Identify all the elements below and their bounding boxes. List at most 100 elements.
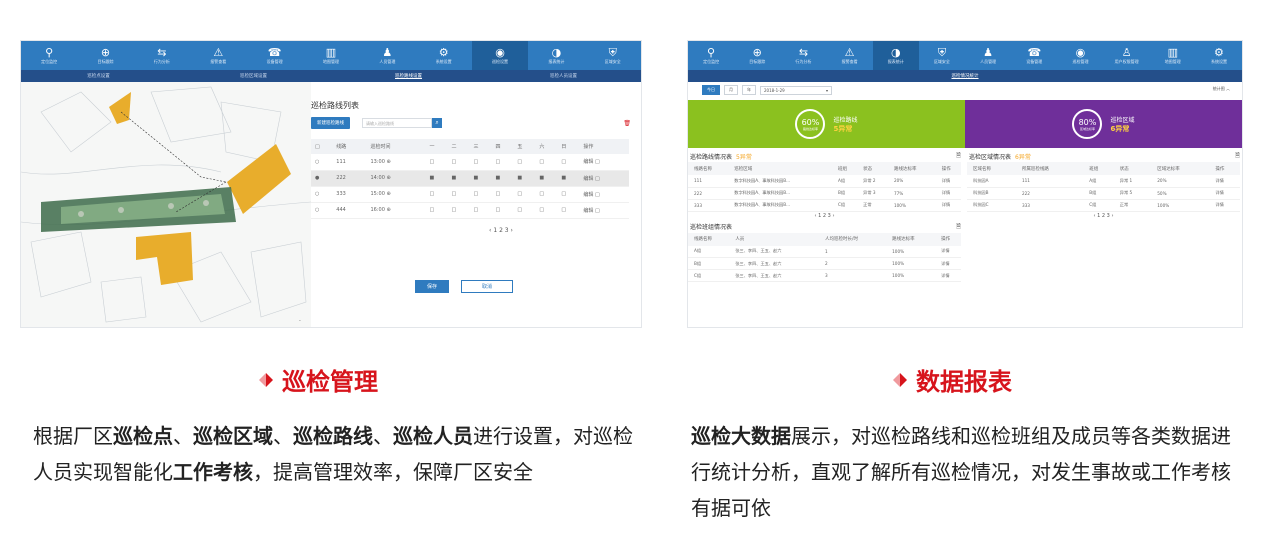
- subnav-tab[interactable]: 巡检情况统计: [688, 73, 1242, 79]
- detail-link[interactable]: 详情: [935, 245, 961, 258]
- new-route-button[interactable]: 新建巡检路线: [311, 117, 350, 129]
- date-year-button[interactable]: 年: [742, 85, 756, 95]
- save-button[interactable]: 保存: [415, 279, 450, 293]
- weekday-checkbox[interactable]: □: [469, 154, 492, 171]
- row-radio[interactable]: ●: [311, 170, 333, 187]
- detail-link[interactable]: 详情: [1209, 199, 1240, 212]
- weekday-checkbox[interactable]: ■: [469, 170, 492, 187]
- subnav-tab[interactable]: 巡检区域设置: [176, 73, 331, 79]
- weekday-checkbox[interactable]: □: [469, 186, 492, 203]
- weekday-checkbox[interactable]: □: [491, 186, 514, 203]
- weekday-checkbox[interactable]: □: [425, 154, 448, 171]
- nav-item[interactable]: ▥ 地图管理: [1150, 41, 1196, 70]
- row-radio[interactable]: ○: [311, 154, 333, 171]
- weekday-checkbox[interactable]: □: [425, 202, 448, 219]
- detail-link[interactable]: 详情: [1209, 187, 1240, 200]
- weekday-checkbox[interactable]: □: [513, 202, 536, 219]
- row-radio[interactable]: ○: [311, 186, 333, 203]
- weekday-checkbox[interactable]: □: [535, 202, 558, 219]
- weekday-checkbox[interactable]: ■: [425, 170, 448, 187]
- weekday-checkbox[interactable]: ■: [557, 170, 580, 187]
- nav-item[interactable]: ◑ 报表统计: [528, 41, 584, 70]
- edit-link[interactable]: 编辑 □: [579, 170, 629, 187]
- weekday-checkbox[interactable]: □: [535, 154, 558, 171]
- edit-link[interactable]: 编辑 □: [579, 154, 629, 171]
- nav-item[interactable]: ♟ 人员管理: [965, 41, 1011, 70]
- nav-item[interactable]: ⚠ 报警查看: [190, 41, 246, 70]
- route-pager[interactable]: ‹ 1 2 3 ›: [371, 227, 631, 234]
- delete-icon[interactable]: 🗑: [623, 120, 631, 127]
- table-row[interactable]: ○ 333 15:00 ⊕ □ □ □ □ □ □ □ 编辑 □: [311, 186, 629, 203]
- edit-link[interactable]: 编辑 □: [579, 186, 629, 203]
- route-report-pager[interactable]: ‹ 1 2 3 ›: [688, 212, 961, 221]
- detail-link[interactable]: 详情: [935, 199, 961, 212]
- nav-item[interactable]: ⚲ 定位监控: [21, 41, 77, 70]
- subnav-tab[interactable]: 巡检人员设置: [486, 73, 641, 79]
- weekday-checkbox[interactable]: □: [535, 186, 558, 203]
- area-report-pager[interactable]: ‹ 1 2 3 ›: [967, 212, 1240, 221]
- nav-item[interactable]: ☎ 设备管理: [246, 41, 302, 70]
- detail-link[interactable]: 详情: [935, 187, 961, 200]
- nav-item[interactable]: ◑ 报表统计: [872, 41, 919, 70]
- nav-item[interactable]: ♙ 用户权限管理: [1104, 41, 1150, 70]
- table-row[interactable]: ○ 444 16:00 ⊕ □ □ □ □ □ □ □ 编辑 □: [311, 202, 629, 219]
- table-row[interactable]: ○ 111 13:00 ⊕ □ □ □ □ □ □ □ 编辑 □: [311, 154, 629, 171]
- nav-item[interactable]: ⚙ 系统设置: [1196, 41, 1242, 70]
- weekday-checkbox[interactable]: □: [491, 154, 514, 171]
- date-today-button[interactable]: 今日: [702, 85, 720, 95]
- weekday-checkbox[interactable]: □: [469, 202, 492, 219]
- table-cell: 异常 5: [1113, 187, 1152, 200]
- nav-item-label: 报警查看: [841, 58, 858, 64]
- weekday-checkbox[interactable]: □: [557, 154, 580, 171]
- nav-item[interactable]: ♟ 人员管理: [359, 41, 415, 70]
- edit-link[interactable]: 编辑 □: [579, 202, 629, 219]
- table-row[interactable]: ● 222 14:00 ⊕ ■ ■ ■ ■ ■ ■ ■ 编辑 □: [311, 170, 629, 187]
- weekday-checkbox[interactable]: ■: [513, 170, 536, 187]
- nav-item[interactable]: ⊕ 目标跟踪: [77, 41, 133, 70]
- weekday-checkbox[interactable]: □: [557, 186, 580, 203]
- nav-item[interactable]: ⛨ 区域安全: [919, 41, 965, 70]
- weekday-checkbox[interactable]: □: [425, 186, 448, 203]
- date-picker[interactable]: 2018-1-29 ▾: [760, 85, 832, 95]
- weekday-checkbox[interactable]: □: [491, 202, 514, 219]
- nav-item[interactable]: ☎ 设备管理: [1011, 41, 1057, 70]
- sub-nav: 巡检点设置 巡检区域设置 巡检路线设置 巡检人员设置: [21, 70, 641, 82]
- site-map[interactable]: -: [21, 82, 312, 327]
- route-search-input[interactable]: 请输入巡检路线: [362, 118, 432, 128]
- detail-link[interactable]: 详情: [935, 257, 961, 270]
- export-icon[interactable]: 🗎: [956, 151, 961, 161]
- detail-link[interactable]: 详情: [935, 175, 961, 188]
- chart-toggle-link[interactable]: 统计图 ︿: [1213, 86, 1230, 92]
- weekday-checkbox[interactable]: ■: [491, 170, 514, 187]
- nav-item[interactable]: ⇆ 行为分析: [134, 41, 190, 70]
- weekday-checkbox[interactable]: ■: [535, 170, 558, 187]
- subnav-tab[interactable]: 巡检路线设置: [331, 73, 486, 79]
- nav-item[interactable]: ⇆ 行为分析: [780, 41, 826, 70]
- table-cell: 20%: [887, 175, 936, 188]
- cancel-button[interactable]: 取消: [461, 279, 514, 293]
- weekday-checkbox[interactable]: □: [513, 154, 536, 171]
- weekday-checkbox[interactable]: ■: [447, 170, 470, 187]
- checkbox-header[interactable]: □: [311, 139, 333, 154]
- subnav-tab[interactable]: 巡检点设置: [21, 73, 176, 79]
- nav-item[interactable]: ◉ 巡检管理: [1057, 41, 1103, 70]
- export-icon[interactable]: 🗎: [1235, 151, 1240, 161]
- weekday-checkbox[interactable]: □: [447, 186, 470, 203]
- search-icon[interactable]: ⌕: [432, 118, 442, 128]
- weekday-checkbox[interactable]: □: [447, 154, 470, 171]
- weekday-checkbox[interactable]: □: [447, 202, 470, 219]
- nav-item[interactable]: ◉ 巡检设置: [471, 41, 529, 70]
- nav-item[interactable]: ▥ 地图管理: [303, 41, 359, 70]
- weekday-checkbox[interactable]: □: [557, 202, 580, 219]
- detail-link[interactable]: 详情: [935, 269, 961, 282]
- nav-item[interactable]: ⊕ 目标跟踪: [734, 41, 780, 70]
- date-month-button[interactable]: 月: [724, 85, 738, 95]
- nav-item[interactable]: ⚙ 系统设置: [416, 41, 472, 70]
- weekday-checkbox[interactable]: □: [513, 186, 536, 203]
- nav-item[interactable]: ⚲ 定位监控: [688, 41, 734, 70]
- nav-item[interactable]: ⛨ 区域安全: [585, 41, 641, 70]
- detail-link[interactable]: 详情: [1209, 175, 1240, 188]
- row-radio[interactable]: ○: [311, 202, 333, 219]
- export-icon[interactable]: 🗎: [956, 222, 961, 232]
- nav-item[interactable]: ⚠ 报警查看: [827, 41, 873, 70]
